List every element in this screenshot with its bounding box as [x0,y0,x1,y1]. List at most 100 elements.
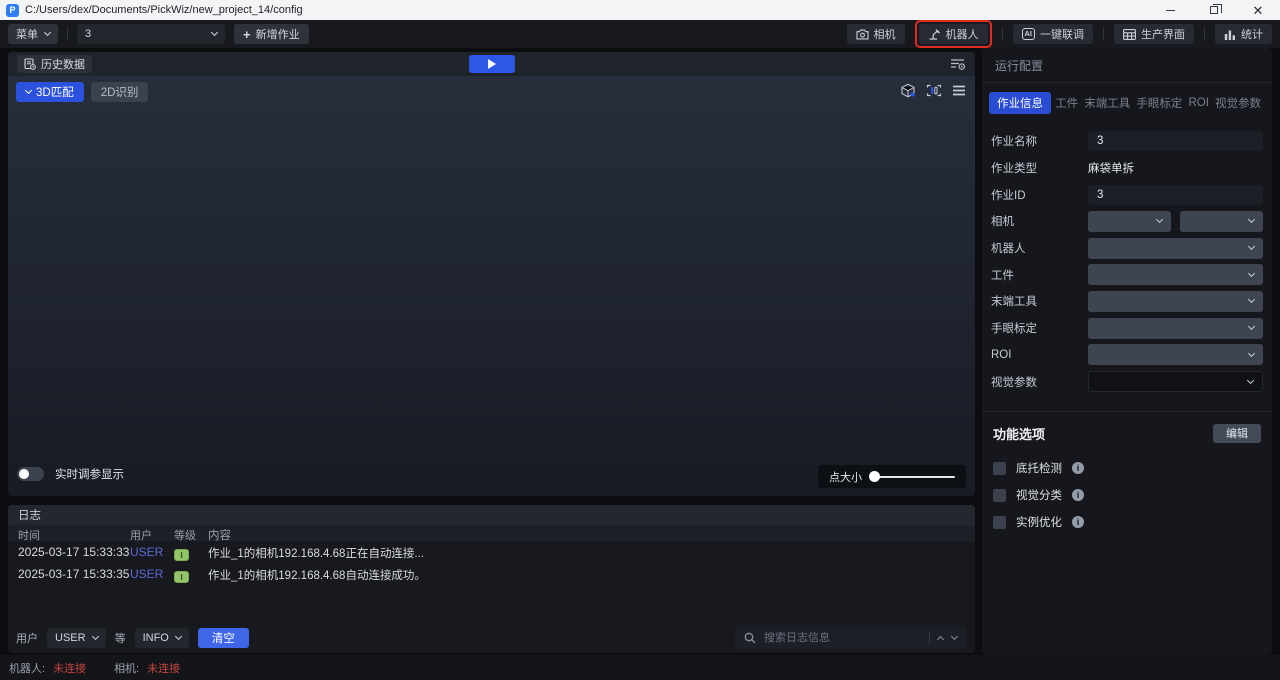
menu-lines-icon[interactable] [952,85,966,96]
tab-hand-eye-calib[interactable]: 手眼标定 [1134,92,1184,114]
tab-vision-params[interactable]: 视觉参数 [1213,92,1263,114]
chevron-down-icon [1248,296,1255,303]
robot-icon [928,28,941,40]
log-level-info-badge: I [174,571,189,583]
main-toolbar: 菜单 3 + 新增作业 相机 机器人 AI 一键联调 生产界面 [0,20,1280,48]
grid-icon [1123,29,1136,40]
tab-2d-recognition[interactable]: 2D识别 [91,82,149,102]
camera-status-value: 未连接 [147,660,180,676]
run-config-title: 运行配置 [982,48,1272,74]
pointcloud-cube-icon[interactable] [900,83,916,98]
log-column-headers: 时间 用户 等级 内容 [8,525,975,541]
chevron-down-icon [1248,270,1255,277]
field-job-name: 作业名称 [991,128,1263,155]
robot-select[interactable] [1088,238,1263,259]
production-ui-button[interactable]: 生产界面 [1114,24,1194,44]
roi-select[interactable] [1088,344,1263,365]
toolbar-separator [67,27,68,41]
robot-button[interactable]: 机器人 [919,24,988,44]
log-user-filter-value: USER [55,632,86,644]
search-prev-icon[interactable] [937,636,944,643]
log-search-input[interactable] [764,632,921,644]
edit-button-label: 编辑 [1226,425,1248,441]
field-end-tool: 末端工具 [991,288,1263,315]
chevron-down-icon [1248,216,1255,223]
job-select-value: 3 [85,28,91,40]
field-camera: 相机 [991,208,1263,235]
toolbar-separator [1002,27,1003,41]
function-options-header: 功能选项 编辑 [982,411,1272,443]
stats-icon [1224,29,1236,40]
window-title-path: C:/Users/dex/Documents/PickWiz/new_proje… [25,4,303,16]
camera-button-label: 相机 [874,26,896,42]
job-select[interactable]: 3 [77,24,225,44]
point-size-slider-thumb[interactable] [869,471,880,482]
realtime-param-toggle[interactable] [17,467,44,481]
info-icon[interactable]: i [1072,489,1084,501]
camera-select-1[interactable] [1088,211,1171,232]
viewport-3d[interactable]: 历史数据 3D匹配 2D识别 实时调参显示 点大小 [8,52,975,496]
statistics-button[interactable]: 统计 [1215,24,1272,44]
production-ui-label: 生产界面 [1141,26,1185,42]
log-level-filter-select[interactable]: INFO [135,628,189,648]
app-logo-icon: P [6,4,19,17]
instance-optimize-checkbox[interactable] [993,516,1006,529]
clear-log-button[interactable]: 清空 [198,628,249,648]
field-job-type: 作业类型 麻袋单拆 [991,155,1263,182]
display-filter-button[interactable] [949,57,966,71]
job-id-input[interactable] [1088,185,1263,205]
tab-job-info[interactable]: 作业信息 [989,92,1051,114]
job-name-input[interactable] [1088,131,1263,151]
camera-icon [856,29,869,40]
vision-classify-checkbox[interactable] [993,489,1006,502]
log-user-filter-select[interactable]: USER [47,628,106,648]
field-label: ROI [991,349,1088,361]
camera-button[interactable]: 相机 [847,24,905,44]
tab-workpiece[interactable]: 工件 [1053,92,1080,114]
toggle-knob [19,469,29,479]
pallet-detection-checkbox[interactable] [993,462,1006,475]
chevron-down-icon [92,633,99,640]
search-next-icon[interactable] [951,633,958,640]
history-data-icon [24,58,36,70]
end-tool-select[interactable] [1088,291,1263,312]
info-icon[interactable]: i [1072,462,1084,474]
vision-params-select[interactable] [1088,371,1263,392]
tab-3d-match[interactable]: 3D匹配 [16,82,84,102]
tab-roi[interactable]: ROI [1186,94,1210,112]
robot-status-value: 未连接 [53,660,86,676]
field-label: 作业ID [991,187,1088,203]
point-size-slider[interactable] [871,476,955,478]
window-controls: ✕ [1148,0,1280,20]
frame-capture-icon[interactable] [926,84,942,97]
field-label: 作业名称 [991,133,1088,149]
camera-select-2[interactable] [1180,211,1263,232]
one-key-debug-button[interactable]: AI 一键联调 [1013,24,1094,44]
robot-status-label: 机器人: [9,660,45,676]
run-config-panel: 运行配置 作业信息 工件 末端工具 手眼标定 ROI 视觉参数 作业名称 作业类… [982,48,1272,655]
tab-end-tool[interactable]: 末端工具 [1082,92,1132,114]
job-info-form: 作业名称 作业类型 麻袋单拆 作业ID 相机 机器人 工件 末端工具 [982,114,1272,395]
search-nav [938,634,957,642]
log-user: USER [130,567,163,581]
hand-eye-select[interactable] [1088,318,1263,339]
log-panel: 日志 时间 用户 等级 内容 2025-03-17 15:33:33 USER … [8,505,975,653]
log-level-filter-value: INFO [143,632,169,644]
history-data-button[interactable]: 历史数据 [17,55,92,73]
log-panel-title: 日志 [18,507,41,523]
menu-button[interactable]: 菜单 [8,24,58,44]
minimize-button[interactable] [1148,0,1192,20]
edit-button[interactable]: 编辑 [1213,424,1261,443]
chevron-down-icon [1248,243,1255,250]
log-time: 2025-03-17 15:33:35 [18,567,129,581]
log-row: 2025-03-17 15:33:33 USER I 作业_1的相机192.16… [8,541,975,563]
add-job-button[interactable]: + 新增作业 [234,24,309,44]
config-tabs: 作业信息 工件 末端工具 手眼标定 ROI 视觉参数 [982,83,1272,114]
info-icon[interactable]: i [1072,516,1084,528]
run-button[interactable] [469,55,515,73]
chevron-down-icon [211,29,218,36]
restore-button[interactable] [1192,0,1236,20]
close-button[interactable]: ✕ [1236,0,1280,20]
workpiece-select[interactable] [1088,264,1263,285]
minimize-icon [1166,10,1175,11]
